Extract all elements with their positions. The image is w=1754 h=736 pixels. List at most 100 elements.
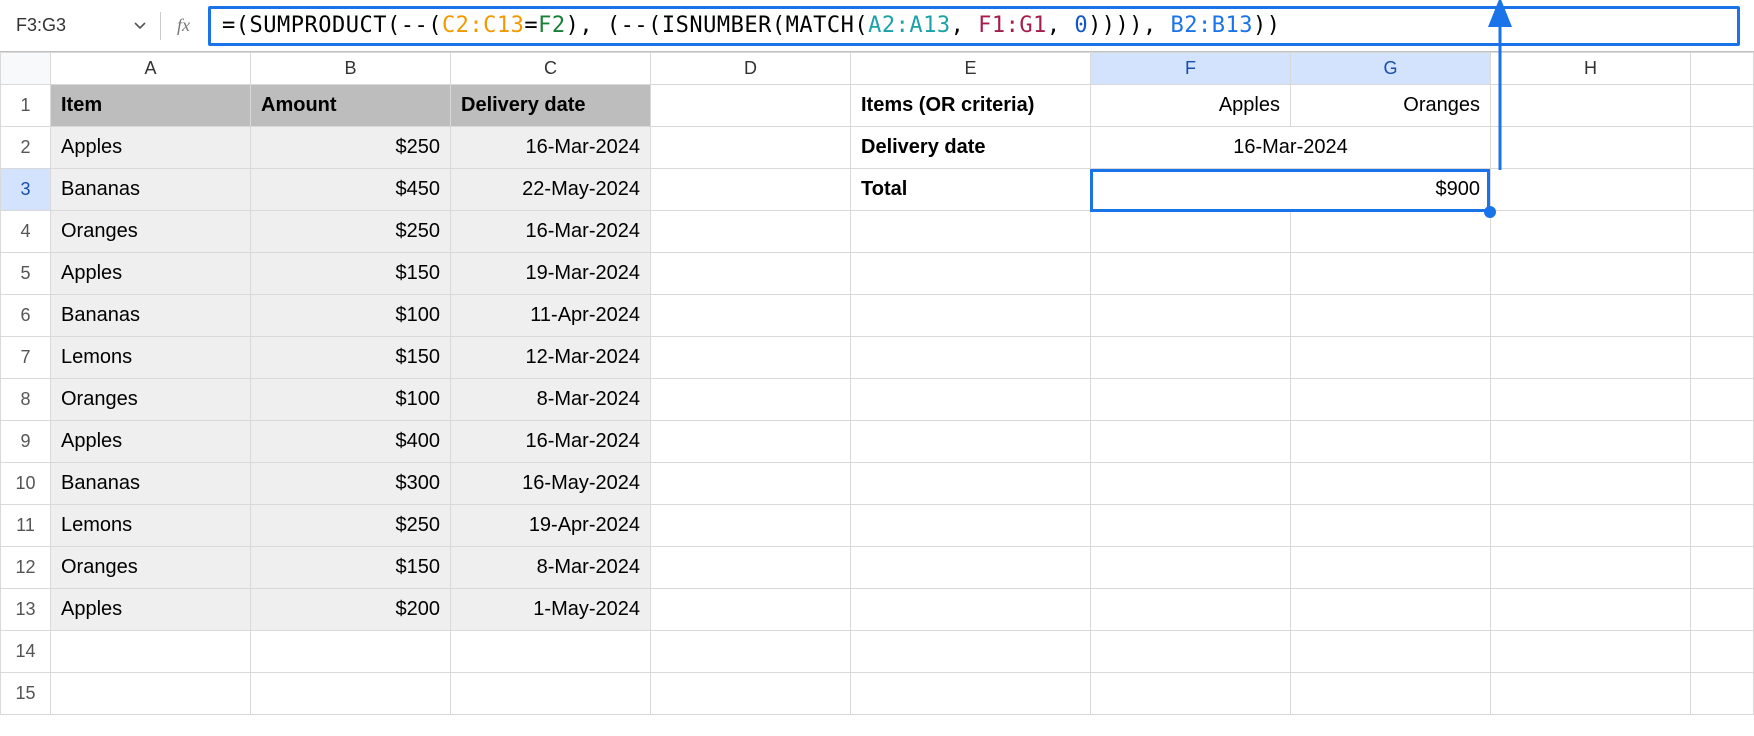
cell-e11[interactable]: [851, 505, 1091, 547]
cell-d1[interactable]: [651, 85, 851, 127]
cell-b14[interactable]: [251, 631, 451, 673]
cell-g12[interactable]: [1291, 547, 1491, 589]
cell-g15[interactable]: [1291, 673, 1491, 715]
cell-e10[interactable]: [851, 463, 1091, 505]
row-header-12[interactable]: 12: [1, 547, 51, 589]
cell-f9[interactable]: [1091, 421, 1291, 463]
cell-g4[interactable]: [1291, 211, 1491, 253]
cell-h5[interactable]: [1491, 253, 1691, 295]
cell-c9[interactable]: 16-Mar-2024: [451, 421, 651, 463]
name-box-dropdown-icon[interactable]: [126, 22, 154, 30]
cell-a9[interactable]: Apples: [51, 421, 251, 463]
cell-c4[interactable]: 16-Mar-2024: [451, 211, 651, 253]
cell-d2[interactable]: [651, 127, 851, 169]
cell-d3[interactable]: [651, 169, 851, 211]
cell-h11[interactable]: [1491, 505, 1691, 547]
cell-g14[interactable]: [1291, 631, 1491, 673]
cell-f2g2[interactable]: 16-Mar-2024: [1091, 127, 1491, 169]
cell-a2[interactable]: Apples: [51, 127, 251, 169]
cell-d13[interactable]: [651, 589, 851, 631]
cell-g11[interactable]: [1291, 505, 1491, 547]
row-header-3[interactable]: 3: [1, 169, 51, 211]
cell-b11[interactable]: $250: [251, 505, 451, 547]
cell-f12[interactable]: [1091, 547, 1291, 589]
cell-f4[interactable]: [1091, 211, 1291, 253]
cell-a1[interactable]: Item: [51, 85, 251, 127]
cell-c13[interactable]: 1-May-2024: [451, 589, 651, 631]
cell-e1[interactable]: Items (OR criteria): [851, 85, 1091, 127]
cell-i13[interactable]: [1691, 589, 1754, 631]
col-header-f[interactable]: F: [1091, 53, 1291, 85]
cell-i6[interactable]: [1691, 295, 1754, 337]
cell-b1[interactable]: Amount: [251, 85, 451, 127]
cell-i4[interactable]: [1691, 211, 1754, 253]
cell-d11[interactable]: [651, 505, 851, 547]
cell-h1[interactable]: [1491, 85, 1691, 127]
formula-input[interactable]: =(SUMPRODUCT(--(C2:C13=F2), (--(ISNUMBER…: [208, 6, 1740, 46]
cell-a3[interactable]: Bananas: [51, 169, 251, 211]
cell-g1[interactable]: Oranges: [1291, 85, 1491, 127]
cell-c2[interactable]: 16-Mar-2024: [451, 127, 651, 169]
cell-d7[interactable]: [651, 337, 851, 379]
col-header-a[interactable]: A: [51, 53, 251, 85]
cell-d8[interactable]: [651, 379, 851, 421]
cell-d5[interactable]: [651, 253, 851, 295]
row-header-7[interactable]: 7: [1, 337, 51, 379]
cell-h13[interactable]: [1491, 589, 1691, 631]
name-box[interactable]: F3:G3: [6, 9, 126, 43]
cell-b6[interactable]: $100: [251, 295, 451, 337]
cell-a7[interactable]: Lemons: [51, 337, 251, 379]
cell-h8[interactable]: [1491, 379, 1691, 421]
row-header-6[interactable]: 6: [1, 295, 51, 337]
cell-i10[interactable]: [1691, 463, 1754, 505]
cell-h7[interactable]: [1491, 337, 1691, 379]
cell-a8[interactable]: Oranges: [51, 379, 251, 421]
cell-i12[interactable]: [1691, 547, 1754, 589]
col-header-d[interactable]: D: [651, 53, 851, 85]
cell-h9[interactable]: [1491, 421, 1691, 463]
col-header-g[interactable]: G: [1291, 53, 1491, 85]
cell-a14[interactable]: [51, 631, 251, 673]
cell-h6[interactable]: [1491, 295, 1691, 337]
cell-f10[interactable]: [1091, 463, 1291, 505]
row-header-1[interactable]: 1: [1, 85, 51, 127]
cell-f13[interactable]: [1091, 589, 1291, 631]
cell-h2[interactable]: [1491, 127, 1691, 169]
cell-d14[interactable]: [651, 631, 851, 673]
cell-f5[interactable]: [1091, 253, 1291, 295]
col-header-h[interactable]: H: [1491, 53, 1691, 85]
cell-h4[interactable]: [1491, 211, 1691, 253]
cell-b2[interactable]: $250: [251, 127, 451, 169]
cell-c11[interactable]: 19-Apr-2024: [451, 505, 651, 547]
cell-i1[interactable]: [1691, 85, 1754, 127]
cell-a15[interactable]: [51, 673, 251, 715]
row-header-13[interactable]: 13: [1, 589, 51, 631]
cell-d12[interactable]: [651, 547, 851, 589]
cell-c6[interactable]: 11-Apr-2024: [451, 295, 651, 337]
row-header-14[interactable]: 14: [1, 631, 51, 673]
cell-i7[interactable]: [1691, 337, 1754, 379]
cell-b13[interactable]: $200: [251, 589, 451, 631]
cell-g10[interactable]: [1291, 463, 1491, 505]
cell-b10[interactable]: $300: [251, 463, 451, 505]
row-header-5[interactable]: 5: [1, 253, 51, 295]
cell-g7[interactable]: [1291, 337, 1491, 379]
row-header-2[interactable]: 2: [1, 127, 51, 169]
cell-g9[interactable]: [1291, 421, 1491, 463]
cell-h3[interactable]: [1491, 169, 1691, 211]
cell-b9[interactable]: $400: [251, 421, 451, 463]
row-header-10[interactable]: 10: [1, 463, 51, 505]
cell-c8[interactable]: 8-Mar-2024: [451, 379, 651, 421]
cell-b5[interactable]: $150: [251, 253, 451, 295]
cell-i11[interactable]: [1691, 505, 1754, 547]
cell-f11[interactable]: [1091, 505, 1291, 547]
cell-i2[interactable]: [1691, 127, 1754, 169]
cell-a13[interactable]: Apples: [51, 589, 251, 631]
col-header-c[interactable]: C: [451, 53, 651, 85]
cell-i9[interactable]: [1691, 421, 1754, 463]
cell-g6[interactable]: [1291, 295, 1491, 337]
cell-f15[interactable]: [1091, 673, 1291, 715]
cell-e6[interactable]: [851, 295, 1091, 337]
cell-c5[interactable]: 19-Mar-2024: [451, 253, 651, 295]
cell-e12[interactable]: [851, 547, 1091, 589]
